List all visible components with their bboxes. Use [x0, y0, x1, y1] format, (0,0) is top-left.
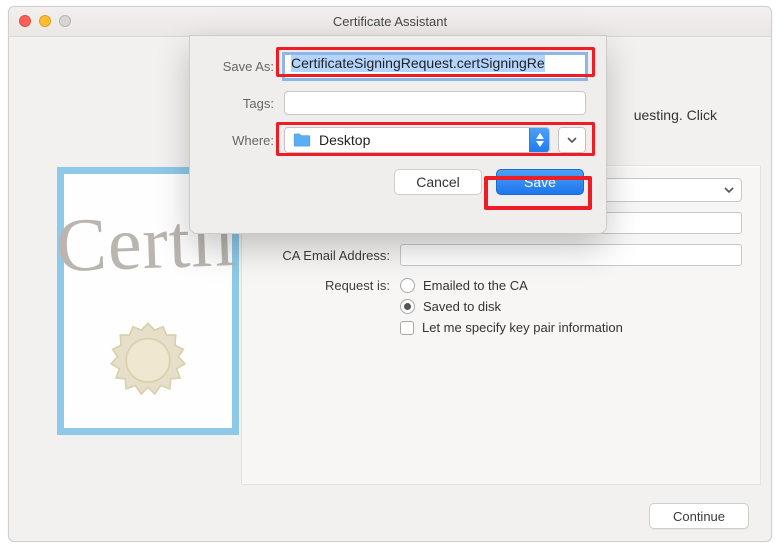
checkbox-specify-keypair[interactable]: Let me specify key pair information	[400, 320, 742, 335]
chevron-down-icon	[723, 183, 735, 197]
save-sheet: Save As: CertificateSigningRequest.certS…	[189, 35, 607, 234]
where-value: Desktop	[319, 132, 529, 148]
title-bar: Certificate Assistant	[9, 7, 771, 37]
request-is-label: Request is:	[260, 276, 400, 293]
radio-emailed-to-ca[interactable]: Emailed to the CA	[400, 278, 742, 293]
chevron-down-icon	[566, 135, 578, 145]
checkbox-icon	[400, 321, 414, 335]
where-expand-button[interactable]	[558, 127, 586, 153]
save-as-value: CertificateSigningRequest.certSigningRe	[291, 54, 545, 72]
checkbox-label: Let me specify key pair information	[422, 320, 623, 335]
continue-button[interactable]: Continue	[649, 503, 749, 529]
ca-email-label: CA Email Address:	[260, 248, 400, 263]
save-as-field[interactable]: CertificateSigningRequest.certSigningRe	[284, 54, 586, 79]
folder-icon	[293, 133, 311, 147]
radio-label: Emailed to the CA	[423, 278, 528, 293]
ca-email-field[interactable]	[400, 244, 742, 266]
radio-icon	[400, 299, 415, 314]
cancel-button[interactable]: Cancel	[394, 169, 482, 195]
stepper-icon	[529, 128, 549, 152]
radio-saved-to-disk[interactable]: Saved to disk	[400, 299, 742, 314]
cancel-button-label: Cancel	[416, 174, 460, 190]
save-button-label: Save	[524, 174, 556, 190]
tags-field[interactable]	[284, 91, 586, 115]
save-button[interactable]: Save	[496, 169, 584, 195]
instruction-text-fragment: uesting. Click	[634, 107, 717, 123]
window-title: Certificate Assistant	[9, 7, 771, 36]
save-as-label: Save As:	[210, 59, 284, 74]
continue-button-label: Continue	[673, 509, 725, 524]
tags-label: Tags:	[210, 96, 284, 111]
where-label: Where:	[210, 133, 284, 148]
where-dropdown[interactable]: Desktop	[284, 127, 550, 153]
seal-icon	[106, 320, 190, 404]
radio-icon	[400, 278, 415, 293]
radio-label: Saved to disk	[423, 299, 501, 314]
